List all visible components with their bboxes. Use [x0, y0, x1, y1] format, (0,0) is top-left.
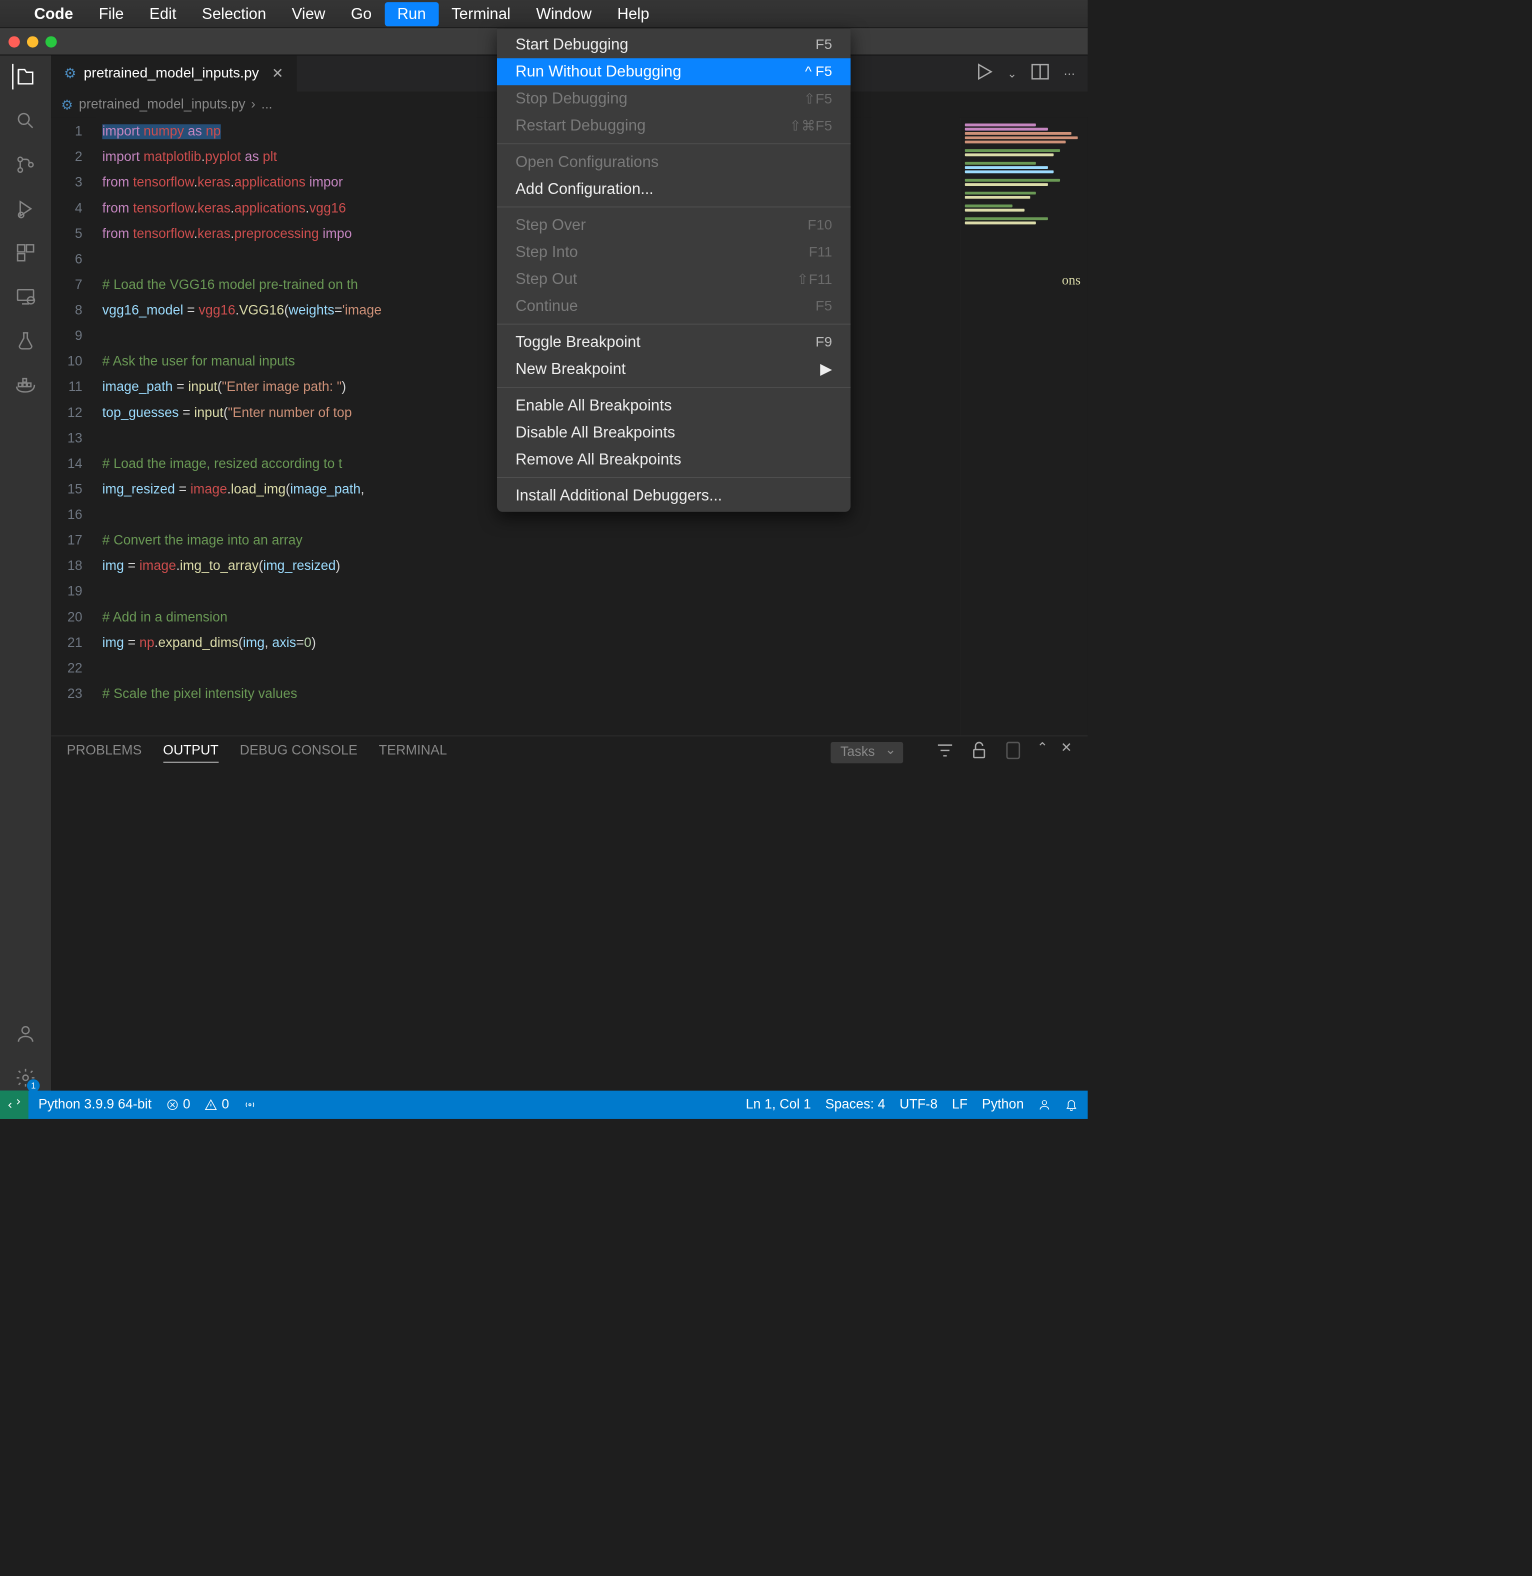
menu-item-remove-all-breakpoints[interactable]: Remove All Breakpoints	[497, 446, 851, 473]
minimap[interactable]: ons	[960, 118, 1088, 736]
shortcut-label: F10	[808, 217, 832, 233]
macos-menubar: Code FileEditSelectionViewGoRunTerminalW…	[0, 0, 1088, 28]
chevron-up-icon[interactable]: ⌃	[1037, 740, 1048, 766]
status-indentation[interactable]: Spaces: 4	[825, 1097, 885, 1113]
breadcrumb-file: pretrained_model_inputs.py	[79, 97, 245, 113]
status-bar: Python 3.9.9 64-bit 0 0 Ln 1, Col 1 Spac…	[0, 1091, 1088, 1119]
shortcut-label: ⇧F5	[804, 90, 832, 108]
explorer-icon[interactable]	[12, 64, 38, 90]
menu-item-start-debugging[interactable]: Start DebuggingF5	[497, 31, 851, 58]
clear-output-icon[interactable]	[1003, 740, 1024, 766]
shortcut-label: F5	[816, 37, 833, 53]
more-actions-icon[interactable]: ⋯	[1064, 66, 1075, 80]
settings-icon[interactable]: 1	[13, 1065, 39, 1091]
menu-item-open-configurations: Open Configurations	[497, 148, 851, 175]
python-file-icon: ⚙	[64, 65, 77, 83]
python-file-icon: ⚙	[61, 97, 73, 113]
shortcut-label: ⇧⌘F5	[789, 117, 832, 135]
status-bell-icon[interactable]	[1065, 1098, 1078, 1111]
editor-tab[interactable]: ⚙ pretrained_model_inputs.py ✕	[51, 55, 296, 91]
split-editor-icon[interactable]	[1030, 61, 1051, 86]
status-warning-count: 0	[222, 1097, 230, 1113]
maximize-window-icon[interactable]	[45, 36, 56, 47]
panel-tab-output[interactable]: OUTPUT	[163, 743, 218, 762]
output-channel-select[interactable]: Tasks	[830, 742, 903, 763]
menu-item-install-additional-debuggers-[interactable]: Install Additional Debuggers...	[497, 482, 851, 509]
menu-item-step-out: Step Out⇧F11	[497, 266, 851, 293]
close-window-icon[interactable]	[9, 36, 20, 47]
menu-view[interactable]: View	[279, 2, 338, 26]
menu-help[interactable]: Help	[604, 2, 662, 26]
status-radio-icon[interactable]	[243, 1098, 256, 1111]
status-encoding[interactable]: UTF-8	[899, 1097, 937, 1113]
close-tab-icon[interactable]: ✕	[272, 65, 284, 83]
minimize-window-icon[interactable]	[27, 36, 38, 47]
menu-item-enable-all-breakpoints[interactable]: Enable All Breakpoints	[497, 392, 851, 419]
menu-item-new-breakpoint[interactable]: New Breakpoint▶	[497, 356, 851, 383]
status-cursor-position[interactable]: Ln 1, Col 1	[746, 1097, 811, 1113]
status-error-count: 0	[183, 1097, 191, 1113]
run-menu-dropdown: Start DebuggingF5Run Without Debugging^ …	[497, 28, 851, 512]
truncated-code: ons	[1062, 268, 1081, 294]
menu-terminal[interactable]: Terminal	[439, 2, 524, 26]
run-file-icon[interactable]	[973, 61, 994, 86]
menu-item-stop-debugging: Stop Debugging⇧F5	[497, 85, 851, 112]
menu-item-step-into: Step IntoF11	[497, 239, 851, 266]
menu-edit[interactable]: Edit	[137, 2, 189, 26]
panel-tab-terminal[interactable]: TERMINAL	[379, 743, 447, 762]
testing-icon[interactable]	[13, 328, 39, 354]
menu-item-add-configuration-[interactable]: Add Configuration...	[497, 175, 851, 202]
menu-window[interactable]: Window	[523, 2, 604, 26]
shortcut-label: ^ F5	[805, 64, 832, 80]
panel-tab-problems[interactable]: PROBLEMS	[67, 743, 142, 762]
source-control-icon[interactable]	[13, 152, 39, 178]
breadcrumb-rest: ...	[261, 97, 272, 113]
menu-item-continue: ContinueF5	[497, 293, 851, 320]
menu-item-toggle-breakpoint[interactable]: Toggle BreakpointF9	[497, 329, 851, 356]
status-eol[interactable]: LF	[952, 1097, 968, 1113]
menu-item-step-over: Step OverF10	[497, 212, 851, 239]
menu-item-disable-all-breakpoints[interactable]: Disable All Breakpoints	[497, 419, 851, 446]
shortcut-label: F5	[816, 298, 833, 314]
panel-tab-debug-console[interactable]: DEBUG CONSOLE	[240, 743, 358, 762]
activity-bar: 1	[0, 55, 51, 1090]
status-feedback-icon[interactable]	[1038, 1098, 1051, 1111]
unlock-icon[interactable]	[969, 740, 990, 766]
menu-app[interactable]: Code	[21, 2, 86, 26]
menu-selection[interactable]: Selection	[189, 2, 279, 26]
menu-item-restart-debugging: Restart Debugging⇧⌘F5	[497, 112, 851, 139]
accounts-icon[interactable]	[13, 1021, 39, 1047]
search-icon[interactable]	[13, 108, 39, 134]
docker-icon[interactable]	[13, 372, 39, 398]
filter-icon[interactable]	[934, 740, 955, 766]
run-debug-icon[interactable]	[13, 196, 39, 222]
status-python-interpreter[interactable]: Python 3.9.9 64-bit	[38, 1097, 151, 1113]
submenu-arrow-icon: ▶	[820, 360, 832, 378]
shortcut-label: F9	[816, 334, 833, 350]
bottom-panel: PROBLEMS OUTPUT DEBUG CONSOLE TERMINAL Task…	[51, 736, 1088, 1091]
remote-indicator[interactable]	[0, 1091, 28, 1119]
chevron-right-icon: ›	[251, 97, 255, 113]
extensions-icon[interactable]	[13, 240, 39, 266]
line-number-gutter: 1234567891011121314151617181920212223	[51, 118, 95, 736]
run-dropdown-icon[interactable]: ⌄	[1007, 66, 1017, 80]
menu-go[interactable]: Go	[338, 2, 384, 26]
menu-file[interactable]: File	[86, 2, 137, 26]
status-errors[interactable]: 0	[166, 1097, 191, 1113]
status-language-mode[interactable]: Python	[982, 1097, 1024, 1113]
shortcut-label: F11	[809, 244, 832, 260]
menu-run[interactable]: Run	[384, 2, 438, 26]
shortcut-label: ⇧F11	[797, 270, 832, 288]
remote-explorer-icon[interactable]	[13, 284, 39, 310]
menu-item-run-without-debugging[interactable]: Run Without Debugging^ F5	[497, 58, 851, 85]
tab-filename: pretrained_model_inputs.py	[84, 65, 259, 81]
close-panel-icon[interactable]: ✕	[1061, 740, 1072, 766]
status-warnings[interactable]: 0	[205, 1097, 230, 1113]
settings-badge: 1	[27, 1079, 40, 1092]
